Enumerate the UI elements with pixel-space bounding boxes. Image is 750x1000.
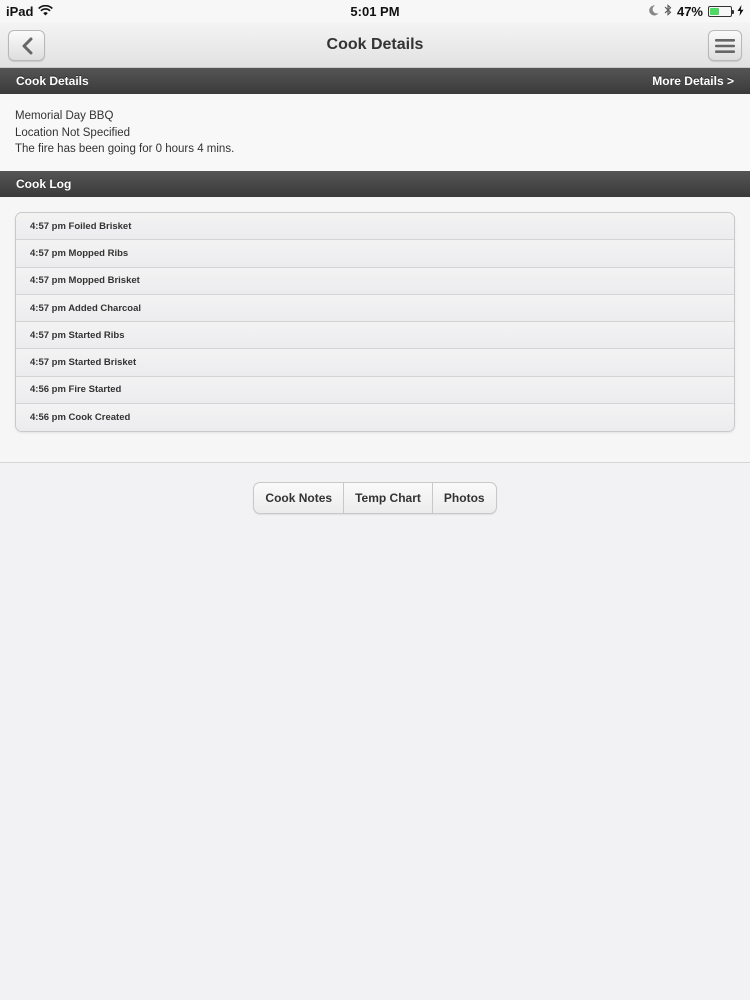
status-right: 47%: [649, 4, 744, 19]
cook-log-area: 4:57 pm Foiled Brisket 4:57 pm Mopped Ri…: [0, 197, 750, 464]
log-entry[interactable]: 4:56 pm Fire Started: [16, 376, 734, 405]
page-title: Cook Details: [326, 35, 424, 53]
battery-level: [710, 7, 720, 15]
status-time: 5:01 PM: [350, 3, 400, 19]
tab-cook-notes[interactable]: Cook Notes: [254, 483, 345, 514]
battery-icon: [708, 5, 734, 17]
log-entry[interactable]: 4:56 pm Cook Created: [16, 404, 734, 432]
status-left: iPad: [6, 3, 54, 19]
moon-icon: [649, 4, 659, 19]
cook-log-list: 4:57 pm Foiled Brisket 4:57 pm Mopped Ri…: [15, 212, 735, 433]
cook-log-heading: Cook Log: [16, 177, 72, 191]
log-entry[interactable]: 4:57 pm Started Brisket: [16, 349, 734, 377]
menu-button[interactable]: [708, 30, 742, 61]
more-details-link[interactable]: More Details >: [652, 74, 734, 88]
log-entry[interactable]: 4:57 pm Started Ribs: [16, 322, 734, 350]
wifi-icon: [38, 4, 54, 19]
log-entry[interactable]: 4:57 pm Mopped Brisket: [16, 267, 734, 295]
navigation-bar: Cook Details: [0, 22, 750, 68]
cook-info: Memorial Day BBQ Location Not Specified …: [0, 94, 750, 171]
log-entry[interactable]: 4:57 pm Mopped Ribs: [16, 240, 734, 268]
cook-log-header: Cook Log: [0, 171, 750, 197]
device-label: iPad: [6, 3, 34, 19]
cook-details-header: Cook Details More Details >: [0, 68, 750, 94]
back-button[interactable]: [8, 30, 45, 61]
cook-name: Memorial Day BBQ: [15, 110, 114, 122]
chevron-left-icon: [22, 37, 32, 54]
hamburger-menu-icon: [715, 38, 735, 53]
bluetooth-icon: [664, 3, 672, 19]
segmented-control: Cook Notes Temp Chart Photos: [253, 482, 497, 515]
tab-temp-chart[interactable]: Temp Chart: [344, 483, 433, 514]
log-entry[interactable]: 4:57 pm Foiled Brisket: [16, 213, 734, 241]
battery-percent: 47%: [676, 3, 703, 19]
tab-bar-wrap: Cook Notes Temp Chart Photos: [0, 482, 750, 515]
fire-status: The fire has been going for 0 hours 4 mi…: [15, 143, 235, 155]
charging-icon: [737, 4, 744, 19]
status-bar: iPad 5:01 PM 47%: [0, 0, 750, 22]
log-entry[interactable]: 4:57 pm Added Charcoal: [16, 294, 734, 323]
cook-location: Location Not Specified: [15, 126, 131, 139]
cook-details-heading: Cook Details: [16, 74, 89, 88]
tab-photos[interactable]: Photos: [433, 483, 496, 513]
